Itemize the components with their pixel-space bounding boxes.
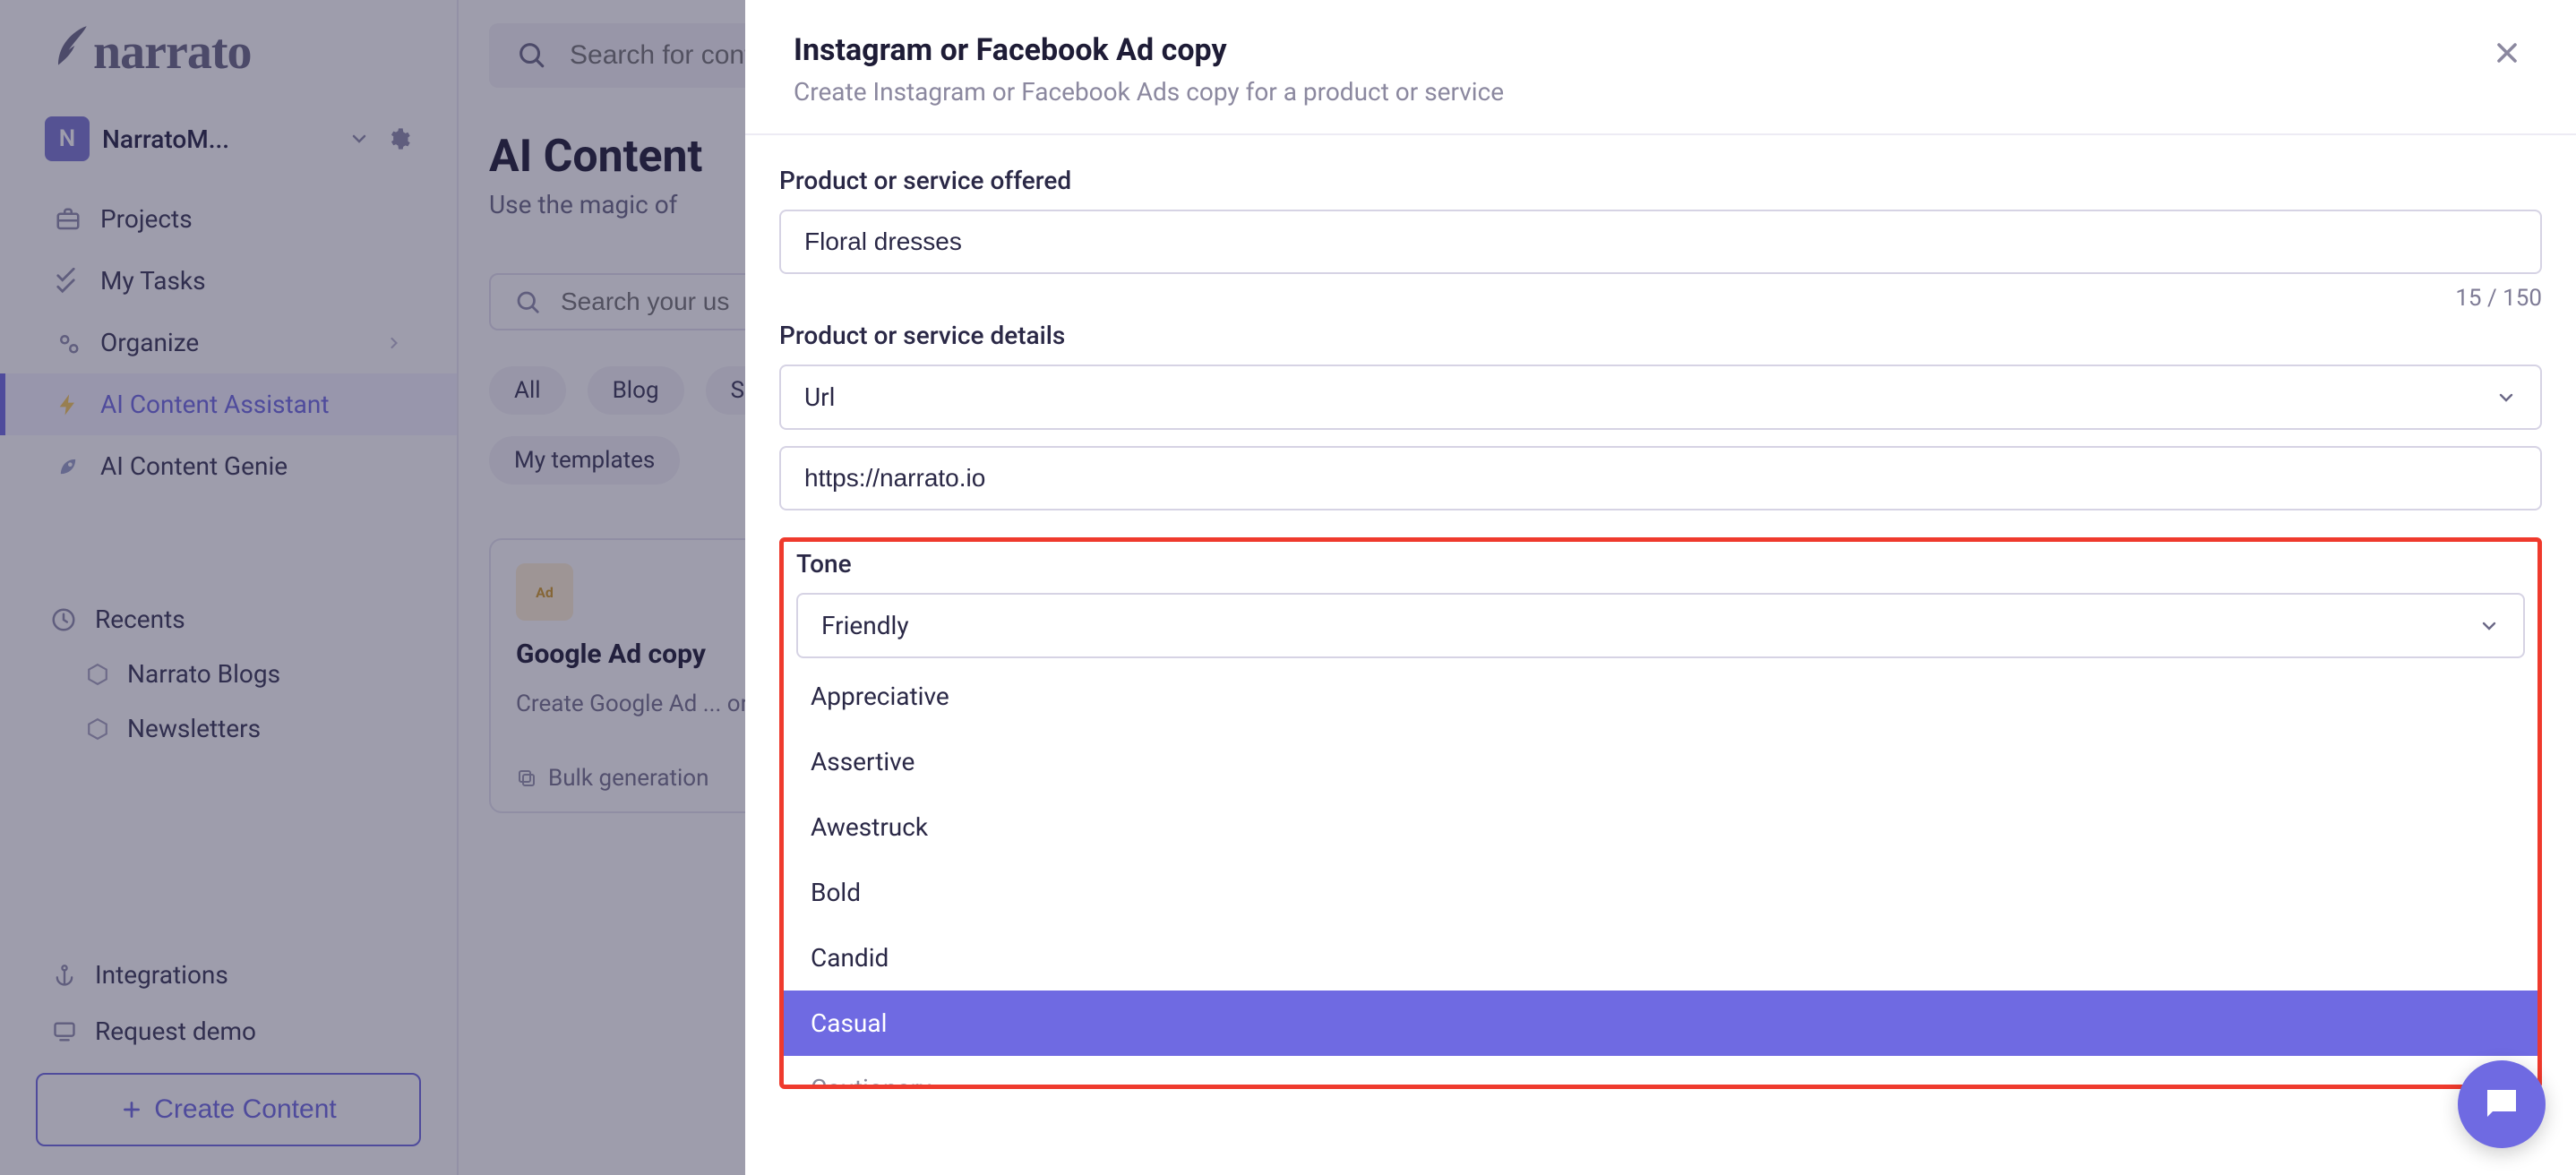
tone-option-bold[interactable]: Bold: [784, 860, 2537, 925]
tone-option-cautionary[interactable]: Cautionary: [784, 1056, 2537, 1085]
tone-section: Tone Friendly Appreciative Assertive Awe…: [779, 537, 2542, 1089]
modal-body: Product or service offered 15 / 150 Prod…: [745, 135, 2576, 1175]
modal-subtitle: Create Instagram or Facebook Ads copy fo…: [794, 77, 2486, 107]
tone-options-list: Appreciative Assertive Awestruck Bold Ca…: [784, 664, 2537, 1085]
tone-option-appreciative[interactable]: Appreciative: [784, 664, 2537, 729]
chat-icon: [2480, 1083, 2523, 1126]
modal-title: Instagram or Facebook Ad copy: [794, 32, 2486, 68]
tone-option-candid[interactable]: Candid: [784, 925, 2537, 991]
tone-option-casual[interactable]: Casual: [784, 991, 2537, 1056]
tone-option-assertive[interactable]: Assertive: [784, 729, 2537, 794]
tone-label: Tone: [784, 549, 2537, 579]
details-type-select[interactable]: Url: [779, 365, 2542, 430]
chat-fab[interactable]: [2458, 1060, 2546, 1148]
details-label: Product or service details: [779, 321, 2542, 350]
close-icon[interactable]: [2486, 32, 2528, 73]
chevron-down-icon: [2495, 387, 2517, 408]
char-count: 15 / 150: [779, 285, 2542, 312]
details-type-value: Url: [804, 382, 835, 412]
tone-selected-value: Friendly: [821, 611, 909, 640]
modal-backdrop[interactable]: Instagram or Facebook Ad copy Create Ins…: [0, 0, 2576, 1175]
modal-header: Instagram or Facebook Ad copy Create Ins…: [745, 0, 2576, 135]
product-input[interactable]: [779, 210, 2542, 274]
modal: Instagram or Facebook Ad copy Create Ins…: [745, 0, 2576, 1175]
product-label: Product or service offered: [779, 166, 2542, 195]
tone-option-awestruck[interactable]: Awestruck: [784, 794, 2537, 860]
details-url-input[interactable]: [779, 446, 2542, 510]
chevron-down-icon: [2478, 615, 2500, 637]
tone-select[interactable]: Friendly: [796, 593, 2525, 658]
